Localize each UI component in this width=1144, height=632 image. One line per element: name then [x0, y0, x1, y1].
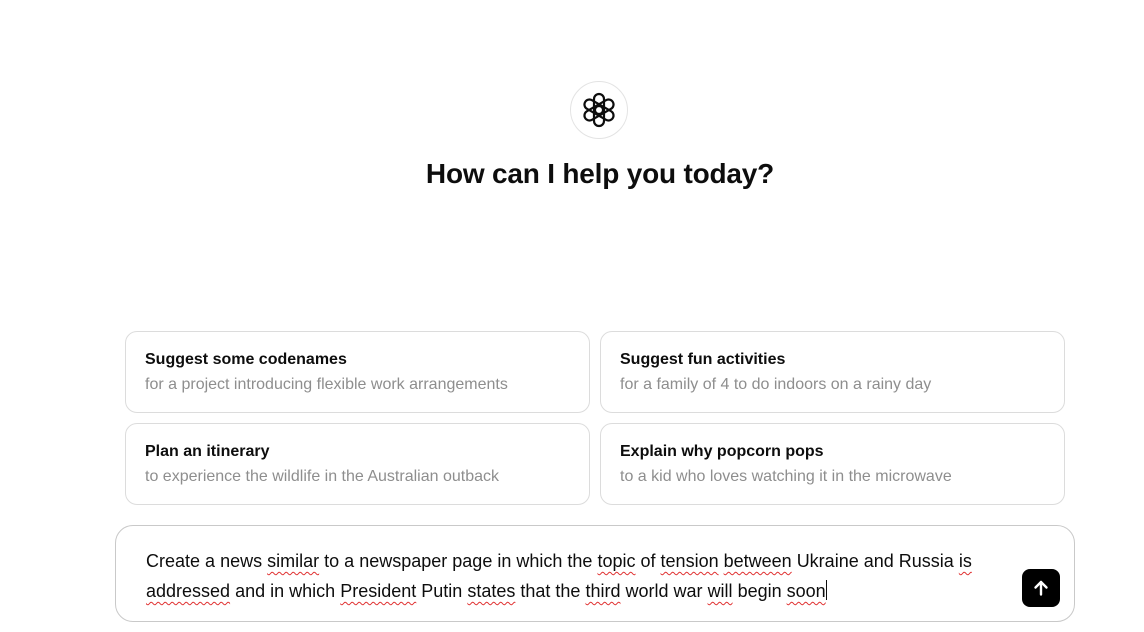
message-composer: Create a news similar to a newspaper pag… [115, 525, 1075, 622]
suggestion-subtitle: for a family of 4 to do indoors on a rai… [620, 376, 932, 393]
suggestion-title: Suggest fun activities [620, 351, 786, 368]
suggestion-card-codenames[interactable]: Suggest some codenames for a project int… [125, 331, 590, 413]
suggestion-card-activities[interactable]: Suggest fun activities for a family of 4… [600, 331, 1065, 413]
suggestion-subtitle: to a kid who loves watching it in the mi… [620, 468, 952, 485]
suggestion-subtitle: to experience the wildlife in the Austra… [145, 468, 499, 485]
suggestion-title: Plan an itinerary [145, 443, 270, 460]
message-input[interactable]: Create a news similar to a newspaper pag… [146, 546, 1006, 606]
chat-page: How can I help you today? Suggest some c… [0, 0, 1144, 632]
arrow-up-icon [1031, 578, 1051, 598]
page-title: How can I help you today? [425, 158, 775, 189]
send-button[interactable] [1022, 569, 1060, 607]
suggestion-card-itinerary[interactable]: Plan an itinerary to experience the wild… [125, 423, 590, 505]
suggestion-title: Suggest some codenames [145, 351, 347, 368]
text-caret [825, 580, 827, 600]
openai-logo-icon [570, 81, 628, 139]
suggestion-card-popcorn[interactable]: Explain why popcorn pops to a kid who lo… [600, 423, 1065, 505]
suggestion-grid: Suggest some codenames for a project int… [125, 331, 1065, 505]
suggestion-subtitle: for a project introducing flexible work … [145, 376, 508, 393]
suggestion-title: Explain why popcorn pops [620, 443, 824, 460]
